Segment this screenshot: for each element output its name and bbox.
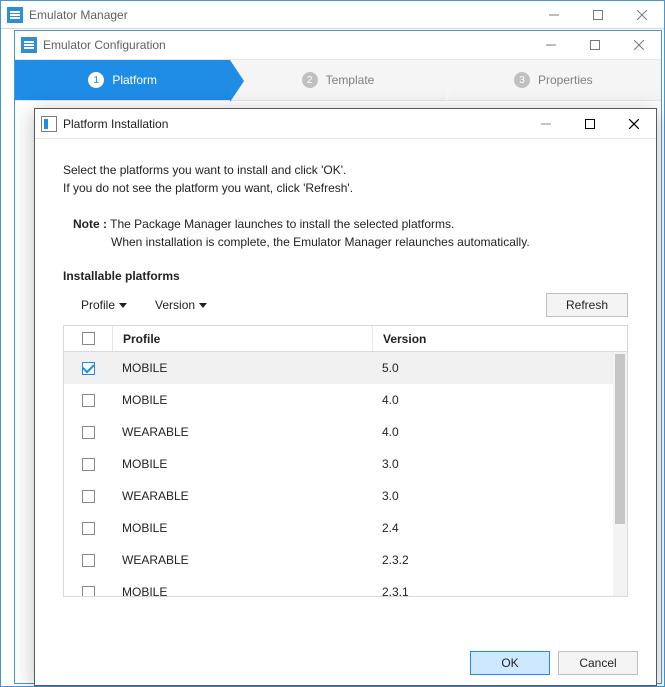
minimize-button[interactable] xyxy=(532,1,576,29)
table-row[interactable]: WEARABLE2.3.2 xyxy=(64,544,613,576)
row-checkbox[interactable] xyxy=(82,554,95,567)
cell-profile: MOBILE xyxy=(112,457,372,471)
table-row[interactable]: WEARABLE3.0 xyxy=(64,480,613,512)
platform-installation-dialog: Platform Installation Select the platfor… xyxy=(34,108,657,686)
emulator-configuration-title: Emulator Configuration xyxy=(43,38,529,52)
table-row[interactable]: MOBILE5.0 xyxy=(64,352,613,384)
maximize-button[interactable] xyxy=(576,1,620,29)
cell-profile: MOBILE xyxy=(112,521,372,535)
emulator-configuration-titlebar: Emulator Configuration xyxy=(15,31,661,59)
dialog-footer: OK Cancel xyxy=(470,651,638,675)
minimize-button[interactable] xyxy=(529,31,573,59)
dropdown-label: Profile xyxy=(81,298,115,312)
close-button[interactable] xyxy=(620,1,664,29)
cell-version: 4.0 xyxy=(372,393,613,407)
cell-version: 2.3.2 xyxy=(372,553,613,567)
intro-line: Select the platforms you want to install… xyxy=(63,161,628,179)
column-version[interactable]: Version xyxy=(372,326,627,351)
emulator-manager-title: Emulator Manager xyxy=(29,8,532,22)
cell-profile: MOBILE xyxy=(112,585,372,596)
intro-line: If you do not see the platform you want,… xyxy=(63,179,628,197)
column-profile[interactable]: Profile xyxy=(112,326,372,351)
row-checkbox[interactable] xyxy=(82,362,95,375)
emulator-manager-titlebar: Emulator Manager xyxy=(1,1,664,29)
row-checkbox[interactable] xyxy=(82,394,95,407)
wizard-step-platform[interactable]: 1 Platform xyxy=(15,60,230,100)
scrollbar[interactable] xyxy=(613,352,627,596)
row-checkbox[interactable] xyxy=(82,586,95,597)
app-icon xyxy=(21,37,37,53)
cell-version: 4.0 xyxy=(372,425,613,439)
cell-version: 2.3.1 xyxy=(372,585,613,596)
table-header: Profile Version xyxy=(64,326,627,352)
close-button[interactable] xyxy=(612,109,656,139)
note-label: Note : xyxy=(73,217,107,231)
intro-text: Select the platforms you want to install… xyxy=(63,161,628,197)
step-number: 1 xyxy=(88,72,104,88)
cell-profile: WEARABLE xyxy=(112,489,372,503)
wizard-step-template[interactable]: 2 Template xyxy=(230,60,445,100)
minimize-button[interactable] xyxy=(524,109,568,139)
step-label: Template xyxy=(326,73,375,87)
note-text: Note : The Package Manager launches to i… xyxy=(73,215,628,251)
step-label: Platform xyxy=(112,73,157,87)
wizard-steps: 1 Platform 2 Template 3 Properties xyxy=(15,59,661,101)
row-checkbox[interactable] xyxy=(82,426,95,439)
filter-bar: Profile Version Refresh xyxy=(81,293,628,317)
table-body: MOBILE5.0MOBILE4.0WEARABLE4.0MOBILE3.0WE… xyxy=(64,352,613,596)
table-row[interactable]: MOBILE4.0 xyxy=(64,384,613,416)
dropdown-label: Version xyxy=(155,298,195,312)
step-number: 2 xyxy=(302,72,318,88)
note-line: When installation is complete, the Emula… xyxy=(73,233,628,251)
maximize-button[interactable] xyxy=(573,31,617,59)
table-row[interactable]: MOBILE3.0 xyxy=(64,448,613,480)
cancel-button[interactable]: Cancel xyxy=(558,651,638,675)
cell-version: 5.0 xyxy=(372,361,613,375)
version-filter-dropdown[interactable]: Version xyxy=(155,298,207,312)
cell-profile: MOBILE xyxy=(112,393,372,407)
cell-profile: WEARABLE xyxy=(112,553,372,567)
chevron-down-icon xyxy=(119,303,127,308)
cell-version: 3.0 xyxy=(372,457,613,471)
maximize-button[interactable] xyxy=(568,109,612,139)
dialog-titlebar: Platform Installation xyxy=(35,109,656,139)
row-checkbox[interactable] xyxy=(82,458,95,471)
row-checkbox[interactable] xyxy=(82,490,95,503)
select-all-checkbox[interactable] xyxy=(82,332,95,345)
dialog-title: Platform Installation xyxy=(63,117,524,131)
cell-profile: MOBILE xyxy=(112,361,372,375)
dialog-icon xyxy=(41,116,57,132)
section-label: Installable platforms xyxy=(63,269,628,283)
close-button[interactable] xyxy=(617,31,661,59)
table-row[interactable]: MOBILE2.4 xyxy=(64,512,613,544)
refresh-button[interactable]: Refresh xyxy=(546,293,628,317)
profile-filter-dropdown[interactable]: Profile xyxy=(81,298,127,312)
ok-button[interactable]: OK xyxy=(470,651,550,675)
step-number: 3 xyxy=(514,72,530,88)
table-row[interactable]: MOBILE2.3.1 xyxy=(64,576,613,596)
cell-profile: WEARABLE xyxy=(112,425,372,439)
platforms-table: Profile Version MOBILE5.0MOBILE4.0WEARAB… xyxy=(63,325,628,597)
note-line: The Package Manager launches to install … xyxy=(110,217,454,231)
table-row[interactable]: WEARABLE4.0 xyxy=(64,416,613,448)
cell-version: 2.4 xyxy=(372,521,613,535)
chevron-down-icon xyxy=(199,303,207,308)
cell-version: 3.0 xyxy=(372,489,613,503)
step-label: Properties xyxy=(538,73,593,87)
row-checkbox[interactable] xyxy=(82,522,95,535)
app-icon xyxy=(7,7,23,23)
scrollbar-thumb[interactable] xyxy=(615,354,625,524)
wizard-step-properties[interactable]: 3 Properties xyxy=(446,60,661,100)
